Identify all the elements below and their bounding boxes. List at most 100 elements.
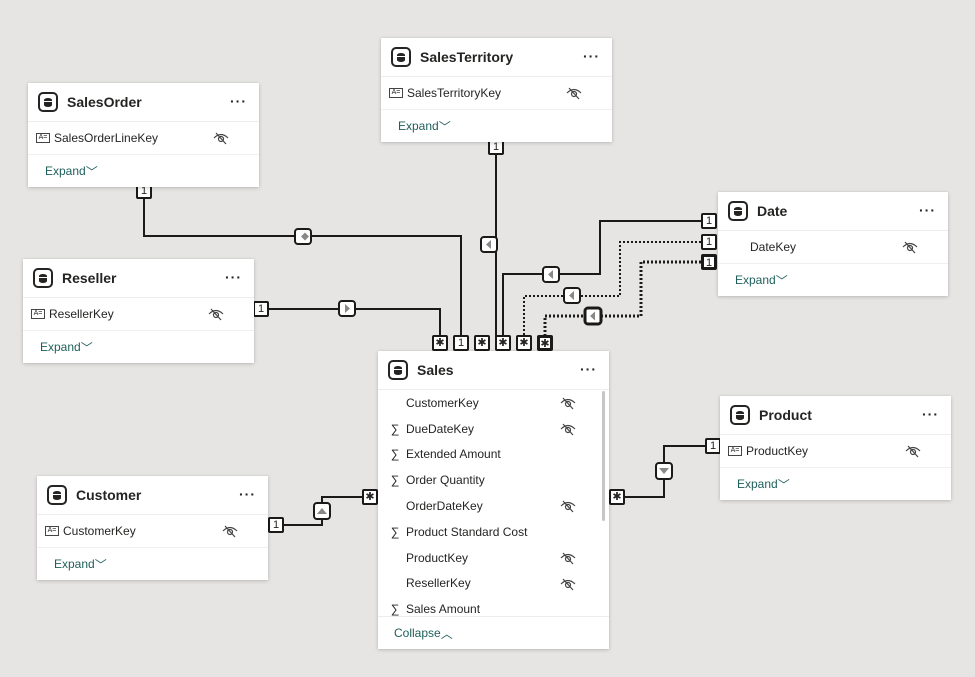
expand-button[interactable]: Expand ﹀ bbox=[23, 331, 254, 363]
field-row[interactable]: OrderDateKey bbox=[378, 493, 609, 519]
database-icon bbox=[47, 485, 67, 505]
ellipsis-icon[interactable]: ··· bbox=[239, 486, 256, 502]
table-card-salesorder[interactable]: SalesOrder ··· A= SalesOrderLineKey Expa… bbox=[28, 83, 259, 187]
eye-hidden-icon bbox=[902, 241, 918, 254]
eye-hidden-icon bbox=[560, 578, 576, 590]
chevron-down-icon: ﹀ bbox=[85, 164, 98, 179]
cardinality-one: 1 bbox=[253, 301, 269, 317]
cardinality-many: ✱ bbox=[474, 335, 490, 351]
cardinality-one: 1 bbox=[701, 213, 717, 229]
cardinality-one: 1 bbox=[453, 335, 469, 351]
eye-hidden-icon bbox=[560, 500, 576, 513]
key-column-icon: A= bbox=[45, 526, 59, 536]
cardinality-many: ✱ bbox=[432, 335, 448, 351]
eye-hidden-icon bbox=[560, 397, 576, 410]
cardinality-many: ✱ bbox=[537, 335, 553, 351]
link-date-sales-active[interactable] bbox=[502, 220, 709, 342]
table-title: SalesTerritory bbox=[420, 49, 514, 65]
sigma-icon: ∑ bbox=[390, 447, 400, 462]
table-header[interactable]: SalesOrder ··· bbox=[28, 83, 259, 122]
field-row[interactable]: A= CustomerKey bbox=[37, 515, 268, 548]
field-row[interactable]: A= ProductKey bbox=[720, 435, 951, 468]
field-row[interactable]: ∑ Sales Amount bbox=[378, 596, 609, 616]
cardinality-many: ✱ bbox=[609, 489, 625, 505]
table-card-salesterritory[interactable]: SalesTerritory ··· A= SalesTerritoryKey … bbox=[381, 38, 612, 142]
field-name: ProductKey bbox=[406, 550, 469, 565]
sigma-icon: ∑ bbox=[390, 602, 400, 616]
table-title: SalesOrder bbox=[67, 94, 142, 110]
key-column-icon: A= bbox=[728, 446, 742, 456]
table-header[interactable]: SalesTerritory ··· bbox=[381, 38, 612, 77]
table-header[interactable]: Reseller ··· bbox=[23, 259, 254, 298]
table-title: Customer bbox=[76, 487, 142, 503]
ellipsis-icon[interactable]: ··· bbox=[583, 48, 600, 64]
field-row[interactable]: A= SalesOrderLineKey bbox=[28, 122, 259, 155]
cardinality-one: 1 bbox=[268, 517, 284, 533]
table-title: Product bbox=[759, 407, 812, 423]
key-column-icon: A= bbox=[36, 133, 50, 143]
eye-hidden-icon bbox=[560, 552, 576, 565]
ellipsis-icon[interactable]: ··· bbox=[919, 202, 936, 218]
field-name: DueDateKey bbox=[406, 421, 475, 436]
field-row[interactable]: ∑ DueDateKey bbox=[378, 416, 609, 442]
scrollbar[interactable] bbox=[602, 391, 605, 521]
table-card-customer[interactable]: Customer ··· A= CustomerKey Expand ﹀ bbox=[37, 476, 268, 580]
table-card-sales[interactable]: Sales ··· CustomerKey ∑ DueDateKey ∑ Extende… bbox=[378, 351, 609, 649]
table-title: Sales bbox=[417, 362, 454, 378]
field-name: SalesOrderLineKey bbox=[54, 131, 159, 145]
cardinality-one: 1 bbox=[701, 254, 717, 270]
ellipsis-icon[interactable]: ··· bbox=[225, 269, 242, 285]
chevron-down-icon: ﹀ bbox=[438, 119, 451, 134]
field-row[interactable]: ProductKey bbox=[378, 545, 609, 571]
field-name: CustomerKey bbox=[406, 395, 479, 410]
cardinality-one: 1 bbox=[705, 438, 721, 454]
field-row[interactable]: ∑ Order Quantity bbox=[378, 467, 609, 493]
expand-button[interactable]: Expand ﹀ bbox=[28, 155, 259, 187]
field-row[interactable]: ResellerKey bbox=[378, 571, 609, 597]
expand-button[interactable]: Expand ﹀ bbox=[718, 264, 948, 296]
field-row[interactable]: CustomerKey bbox=[378, 390, 609, 416]
ellipsis-icon[interactable]: ··· bbox=[922, 406, 939, 422]
database-icon bbox=[388, 360, 408, 380]
table-header[interactable]: Product ··· bbox=[720, 396, 951, 435]
field-list[interactable]: CustomerKey ∑ DueDateKey ∑ Extended Amount ∑ O… bbox=[378, 390, 609, 616]
chevron-down-icon: ﹀ bbox=[775, 273, 788, 288]
cardinality-one: 1 bbox=[701, 234, 717, 250]
chevron-up-icon: ︿ bbox=[440, 626, 453, 641]
table-header[interactable]: Customer ··· bbox=[37, 476, 268, 515]
field-row[interactable]: ∑ Product Standard Cost bbox=[378, 519, 609, 545]
table-header[interactable]: Date ··· bbox=[718, 192, 948, 231]
database-icon bbox=[38, 92, 58, 112]
expand-button[interactable]: Expand ﹀ bbox=[381, 110, 612, 142]
field-name: ProductKey bbox=[746, 444, 809, 458]
field-name: CustomerKey bbox=[63, 524, 136, 538]
field-name: ResellerKey bbox=[49, 307, 114, 321]
field-row[interactable]: ∑ Extended Amount bbox=[378, 442, 609, 468]
cardinality-many: ✱ bbox=[362, 489, 378, 505]
field-name: Product Standard Cost bbox=[406, 524, 528, 539]
field-row[interactable]: A= ResellerKey bbox=[23, 298, 254, 331]
chevron-down-icon: ﹀ bbox=[777, 477, 790, 492]
table-card-reseller[interactable]: Reseller ··· A= ResellerKey Expand ﹀ bbox=[23, 259, 254, 363]
link-date-sales-inactive-1[interactable] bbox=[523, 241, 709, 342]
chevron-down-icon: ﹀ bbox=[80, 340, 93, 355]
sigma-icon: ∑ bbox=[390, 524, 400, 539]
table-header[interactable]: Sales ··· bbox=[378, 351, 609, 390]
field-row[interactable]: A= SalesTerritoryKey bbox=[381, 77, 612, 110]
collapse-button[interactable]: Collapse ︿ bbox=[378, 616, 609, 649]
expand-button[interactable]: Expand ﹀ bbox=[720, 468, 951, 500]
sigma-icon: ∑ bbox=[390, 421, 400, 436]
ellipsis-icon[interactable]: ··· bbox=[230, 93, 247, 109]
eye-hidden-icon bbox=[222, 525, 238, 538]
ellipsis-icon[interactable]: ··· bbox=[580, 361, 597, 377]
expand-button[interactable]: Expand ﹀ bbox=[37, 548, 268, 580]
table-card-product[interactable]: Product ··· A= ProductKey Expand ﹀ bbox=[720, 396, 951, 500]
eye-hidden-icon bbox=[208, 308, 224, 321]
cardinality-many: ✱ bbox=[495, 335, 511, 351]
field-name: DateKey bbox=[750, 240, 797, 254]
field-name: OrderDateKey bbox=[406, 499, 483, 514]
field-row[interactable]: DateKey bbox=[718, 231, 948, 264]
table-card-date[interactable]: Date ··· DateKey Expand ﹀ bbox=[718, 192, 948, 296]
eye-hidden-icon bbox=[905, 445, 921, 458]
table-title: Reseller bbox=[62, 270, 117, 286]
